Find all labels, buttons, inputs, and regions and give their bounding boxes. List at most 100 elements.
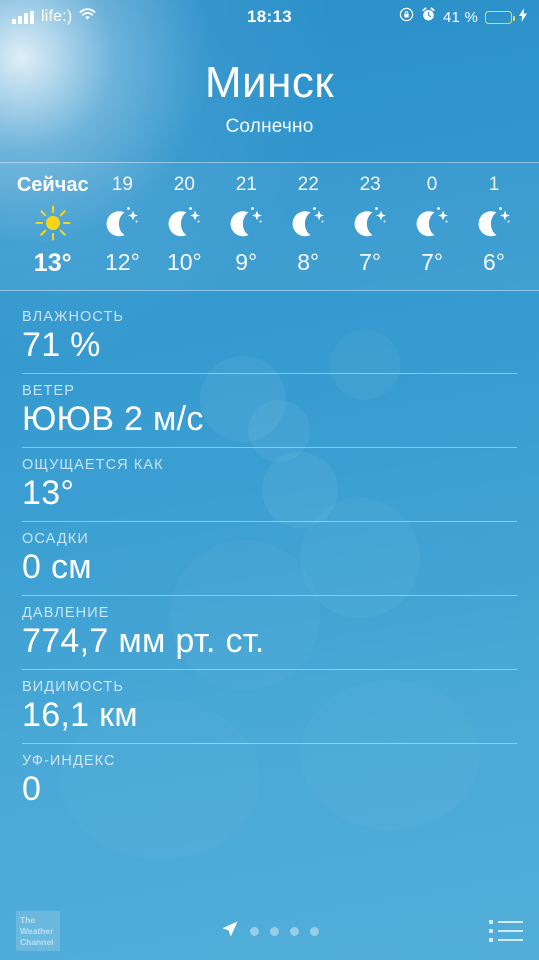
page-dot bbox=[269, 926, 279, 936]
status-bar-right: 41 % bbox=[399, 7, 527, 27]
hourly-icon-cell bbox=[153, 197, 215, 249]
alarm-clock-icon bbox=[421, 7, 436, 27]
detail-value: 71 % bbox=[22, 326, 101, 365]
hourly-time-row: Сейчас 19 20 21 22 23 0 1 bbox=[14, 174, 525, 197]
hourly-temp-label: 7° bbox=[421, 249, 444, 276]
list-icon[interactable] bbox=[489, 920, 523, 942]
city-name: Минск bbox=[204, 58, 335, 107]
moon-icon bbox=[91, 197, 153, 249]
page-indicator bbox=[0, 920, 539, 943]
weather-header: Минск Солнечно bbox=[0, 34, 539, 138]
hourly-time-label: 0 bbox=[426, 174, 438, 196]
hourly-time-label: 23 bbox=[359, 174, 381, 196]
detail-value: 0 bbox=[22, 770, 42, 809]
moon-icon bbox=[339, 197, 401, 249]
hourly-time: 1 bbox=[463, 174, 525, 197]
hourly-icon-cell bbox=[277, 197, 339, 249]
hourly-time: 19 bbox=[91, 174, 153, 197]
detail-label: ВИДИМОСТЬ bbox=[22, 679, 124, 696]
hourly-time: 22 bbox=[277, 174, 339, 197]
hourly-icon-cell bbox=[339, 197, 401, 249]
lightning-bolt-icon bbox=[519, 7, 527, 27]
hourly-time-label: 1 bbox=[488, 174, 500, 196]
weather-channel-logo[interactable]: The Weather Channel bbox=[16, 911, 60, 951]
sun-icon bbox=[14, 197, 91, 249]
page-dot bbox=[289, 926, 299, 936]
moon-icon bbox=[215, 197, 277, 249]
hourly-icon-cell bbox=[91, 197, 153, 249]
detail-value: ЮЮВ 2 м/с bbox=[22, 400, 204, 439]
hourly-temp: 6° bbox=[463, 249, 525, 278]
wifi-icon bbox=[79, 8, 96, 26]
battery-icon bbox=[485, 10, 515, 24]
detail-row: ОСАДКИ 0 см bbox=[22, 522, 517, 597]
hourly-temp-label: 9° bbox=[235, 249, 258, 276]
detail-value: 0 см bbox=[22, 548, 92, 587]
battery-percent-label: 41 % bbox=[443, 8, 478, 26]
hourly-temp-label: 8° bbox=[297, 249, 320, 276]
hourly-forecast-panel[interactable]: Сейчас 19 20 21 22 23 0 1 13° 12° 10° 9° 8° 7° 7° 6° bbox=[0, 162, 539, 292]
hourly-temp: 8° bbox=[277, 249, 339, 278]
hourly-temp: 12° bbox=[91, 249, 153, 278]
hourly-time-label: 19 bbox=[111, 174, 133, 196]
detail-label: ОЩУЩАЕТСЯ КАК bbox=[22, 457, 164, 474]
detail-label: ВЕТЕР bbox=[22, 383, 76, 400]
hourly-time: 21 bbox=[215, 174, 277, 197]
hourly-icon-cell bbox=[401, 197, 463, 249]
bottom-bar: The Weather Channel bbox=[0, 902, 539, 960]
weather-app-screen: life:) 18:13 41 % Минск Солнечно Сейчас … bbox=[0, 0, 539, 960]
detail-row: ДАВЛЕНИЕ 774,7 мм рт. ст. bbox=[22, 596, 517, 671]
rotation-lock-icon bbox=[399, 7, 414, 27]
location-arrow-icon bbox=[221, 920, 239, 943]
detail-value: 13° bbox=[22, 474, 75, 513]
logo-line-1: The bbox=[20, 915, 36, 925]
hourly-temp: 7° bbox=[339, 249, 401, 278]
page-dot bbox=[309, 926, 319, 936]
moon-icon bbox=[153, 197, 215, 249]
hourly-temp-label: 13° bbox=[33, 249, 72, 278]
hourly-icon-cell bbox=[215, 197, 277, 249]
hourly-icon-cell bbox=[463, 197, 525, 249]
hourly-temp-label: 7° bbox=[359, 249, 382, 276]
logo-line-2: Weather bbox=[20, 926, 54, 936]
hourly-time-label: 21 bbox=[235, 174, 257, 196]
hourly-time: 23 bbox=[339, 174, 401, 197]
moon-icon bbox=[277, 197, 339, 249]
detail-row: ОЩУЩАЕТСЯ КАК 13° bbox=[22, 448, 517, 523]
weather-details-list: ВЛАЖНОСТЬ 71 % ВЕТЕР ЮЮВ 2 м/с ОЩУЩАЕТСЯ КАК… bbox=[0, 300, 539, 817]
hourly-icon-row bbox=[14, 197, 525, 249]
logo-line-3: Channel bbox=[20, 937, 54, 947]
status-bar-left: life:) bbox=[12, 8, 399, 26]
detail-label: ДАВЛЕНИЕ bbox=[22, 605, 110, 622]
moon-icon bbox=[463, 197, 525, 249]
detail-label: ВЛАЖНОСТЬ bbox=[22, 309, 125, 326]
detail-row: ВИДИМОСТЬ 16,1 км bbox=[22, 670, 517, 745]
hourly-temp-label: 6° bbox=[483, 249, 506, 276]
hourly-time: 20 bbox=[153, 174, 215, 197]
detail-value: 16,1 км bbox=[22, 696, 138, 735]
status-bar: life:) 18:13 41 % bbox=[0, 0, 539, 34]
detail-row: ВЕТЕР ЮЮВ 2 м/с bbox=[22, 374, 517, 449]
hourly-time-label: 22 bbox=[297, 174, 319, 196]
hourly-time: Сейчас bbox=[14, 174, 91, 197]
signal-bars-icon bbox=[12, 10, 34, 24]
hourly-temp: 10° bbox=[153, 249, 215, 278]
hourly-time-label: 20 bbox=[173, 174, 195, 196]
detail-label: УФ-ИНДЕКС bbox=[22, 753, 116, 770]
moon-icon bbox=[401, 197, 463, 249]
hourly-temp-label: 12° bbox=[105, 249, 140, 276]
carrier-label: life:) bbox=[41, 8, 73, 25]
hourly-temp: 7° bbox=[401, 249, 463, 278]
detail-label: ОСАДКИ bbox=[22, 531, 89, 548]
detail-row: УФ-ИНДЕКС 0 bbox=[22, 744, 517, 817]
hourly-time-label: Сейчас bbox=[16, 174, 89, 197]
hourly-temp: 9° bbox=[215, 249, 277, 278]
condition-label: Солнечно bbox=[225, 116, 314, 138]
hourly-icon-cell bbox=[14, 197, 91, 249]
detail-row: ВЛАЖНОСТЬ 71 % bbox=[22, 300, 517, 375]
page-dot bbox=[249, 926, 259, 936]
hourly-temp-label: 10° bbox=[166, 249, 202, 276]
hourly-time: 0 bbox=[401, 174, 463, 197]
detail-value: 774,7 мм рт. ст. bbox=[22, 622, 265, 661]
hourly-temp-row: 13° 12° 10° 9° 8° 7° 7° 6° bbox=[14, 249, 525, 278]
